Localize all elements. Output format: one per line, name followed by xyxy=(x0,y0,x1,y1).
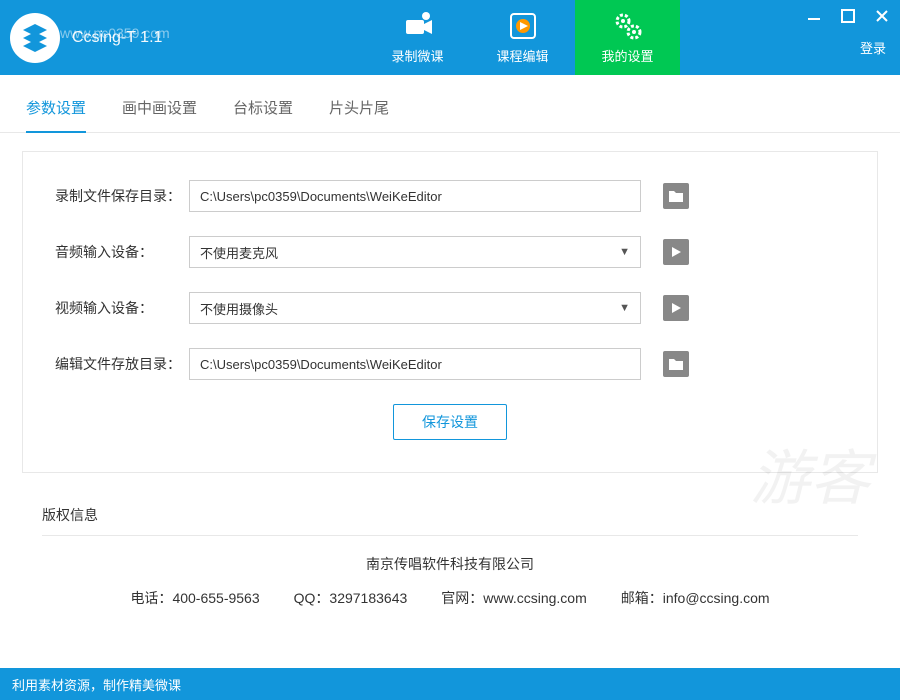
minimize-button[interactable] xyxy=(804,6,824,26)
window-controls xyxy=(804,6,892,26)
row-save-dir: 录制文件保存目录： xyxy=(55,180,845,212)
contact-qq: QQ：3297183643 xyxy=(294,588,408,608)
tab-param-settings[interactable]: 参数设置 xyxy=(26,97,86,132)
row-video: 视频输入设备： 不使用摄像头 ▼ xyxy=(55,292,845,324)
watermark-text: www.pc0359.com xyxy=(60,25,170,41)
contact-email: 邮箱：info@ccsing.com xyxy=(621,588,770,608)
play-icon[interactable] xyxy=(663,239,689,265)
main-nav: 录制微课 课程编辑 我的设置 xyxy=(365,0,680,75)
dropdown-audio-value: 不使用麦克风 xyxy=(200,243,278,262)
settings-tabs: 参数设置 画中画设置 台标设置 片头片尾 xyxy=(0,75,900,133)
input-edit-dir[interactable] xyxy=(189,348,641,380)
nav-tab-record[interactable]: 录制微课 xyxy=(365,0,470,75)
status-bar: 利用素材资源，制作精美微课 xyxy=(0,668,900,700)
maximize-button[interactable] xyxy=(838,6,858,26)
settings-panel: 录制文件保存目录： 音频输入设备： 不使用麦克风 ▼ 视频输入设备： 不使用摄像… xyxy=(22,151,878,473)
label-video: 视频输入设备： xyxy=(55,298,189,318)
copyright-contact: 电话：400-655-9563 QQ：3297183643 官网：www.ccs… xyxy=(42,588,858,608)
nav-tab-settings[interactable]: 我的设置 xyxy=(575,0,680,75)
chevron-down-icon: ▼ xyxy=(619,302,630,314)
row-audio: 音频输入设备： 不使用麦克风 ▼ xyxy=(55,236,845,268)
nav-tab-edit[interactable]: 课程编辑 xyxy=(470,0,575,75)
dropdown-video[interactable]: 不使用摄像头 ▼ xyxy=(189,292,641,324)
gears-icon xyxy=(612,10,644,42)
copyright-company: 南京传唱软件科技有限公司 xyxy=(42,554,858,574)
chevron-down-icon: ▼ xyxy=(619,246,630,258)
folder-icon[interactable] xyxy=(663,183,689,209)
copyright-section: 版权信息 南京传唱软件科技有限公司 电话：400-655-9563 QQ：329… xyxy=(42,505,858,608)
contact-site: 官网：www.ccsing.com xyxy=(441,588,586,608)
dropdown-video-value: 不使用摄像头 xyxy=(200,299,278,318)
label-save-dir: 录制文件保存目录： xyxy=(55,186,189,206)
tab-pip-settings[interactable]: 画中画设置 xyxy=(122,97,197,132)
login-button[interactable]: 登录 xyxy=(860,38,886,57)
input-save-dir[interactable] xyxy=(189,180,641,212)
dropdown-audio[interactable]: 不使用麦克风 ▼ xyxy=(189,236,641,268)
copyright-title: 版权信息 xyxy=(42,505,858,536)
label-audio: 音频输入设备： xyxy=(55,242,189,262)
contact-phone: 电话：400-655-9563 xyxy=(130,588,259,608)
tab-logo-settings[interactable]: 台标设置 xyxy=(233,97,293,132)
folder-icon[interactable] xyxy=(663,351,689,377)
app-header: Ccsing-T 1.1 www.pc0359.com 录制微课 课程编辑 我的… xyxy=(0,0,900,75)
save-button[interactable]: 保存设置 xyxy=(393,404,507,440)
camera-icon xyxy=(402,10,434,42)
row-edit-dir: 编辑文件存放目录： xyxy=(55,348,845,380)
tab-intro-outro[interactable]: 片头片尾 xyxy=(329,97,389,132)
play-icon[interactable] xyxy=(663,295,689,321)
label-edit-dir: 编辑文件存放目录： xyxy=(55,354,189,374)
editor-icon xyxy=(507,10,539,42)
close-button[interactable] xyxy=(872,6,892,26)
app-logo-icon xyxy=(10,13,60,63)
